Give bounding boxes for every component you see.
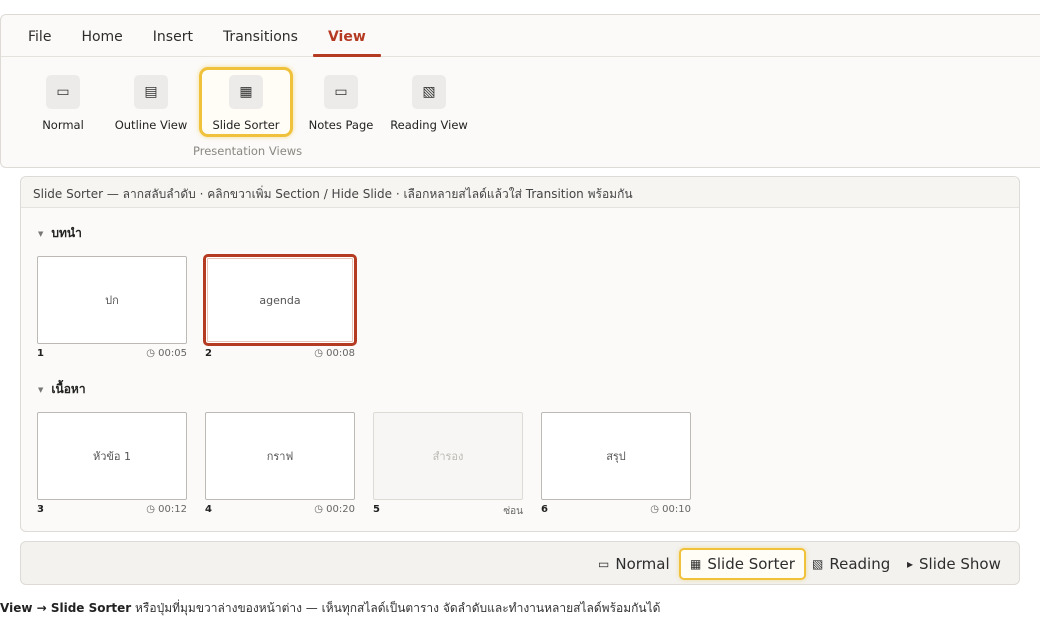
slide-title: สรุป bbox=[606, 450, 626, 463]
normal-view-icon: ▭ bbox=[46, 75, 80, 109]
slide-meta-5: 5 ซ่อน bbox=[373, 504, 523, 518]
tab-transitions[interactable]: Transitions bbox=[208, 29, 313, 56]
slide-title: สำรอง bbox=[432, 450, 464, 463]
reading-view-icon: ▧ bbox=[812, 557, 824, 571]
slide-duration: ◷ 00:10 bbox=[650, 504, 691, 515]
caption: View → Slide Sorter หรือปุ่มที่มุมขวาล่า… bbox=[0, 599, 660, 618]
section-header-intro[interactable]: ▼ บทนำ bbox=[38, 224, 82, 243]
ribbon-group-label: Presentation Views bbox=[193, 144, 303, 158]
tab-insert[interactable]: Insert bbox=[138, 29, 208, 56]
slide-meta-6: 6 ◷ 00:10 bbox=[541, 504, 691, 518]
slide-number: 2 bbox=[205, 348, 212, 359]
slide-meta-2: 2 ◷ 00:08 bbox=[205, 348, 355, 362]
notes-page-icon: ▭ bbox=[324, 75, 358, 109]
slide-thumbnail-6[interactable]: สรุป bbox=[541, 412, 691, 500]
outline-view-button[interactable]: ▤ Outline View bbox=[113, 67, 189, 137]
statusbar-reading-label: Reading bbox=[829, 555, 891, 573]
slide-meta-4: 4 ◷ 00:20 bbox=[205, 504, 355, 518]
sorter-hint: Slide Sorter — ลากสลับลำดับ · คลิกขวาเพิ… bbox=[21, 177, 1019, 208]
slide-title: agenda bbox=[259, 293, 301, 307]
collapse-triangle-icon: ▼ bbox=[38, 385, 44, 394]
slide-meta-3: 3 ◷ 00:12 bbox=[37, 504, 187, 518]
notes-page-button[interactable]: ▭ Notes Page bbox=[305, 67, 377, 137]
slide-sorter-icon: ▦ bbox=[229, 75, 263, 109]
reading-view-label: Reading View bbox=[390, 118, 468, 132]
normal-view-button[interactable]: ▭ Normal bbox=[41, 67, 85, 137]
statusbar-normal-button[interactable]: ▭ Normal bbox=[598, 548, 670, 580]
statusbar-slide-sorter-label: Slide Sorter bbox=[707, 555, 795, 573]
slide-thumbnail-4[interactable]: กราฟ bbox=[205, 412, 355, 500]
ribbon-body: ▭ Normal ▤ Outline View ▦ Slide Sorter ▭… bbox=[1, 57, 1040, 168]
reading-view-button[interactable]: ▧ Reading View bbox=[387, 67, 471, 137]
statusbar-normal-label: Normal bbox=[615, 555, 670, 573]
slide-thumbnail-3[interactable]: หัวข้อ 1 bbox=[37, 412, 187, 500]
slide-number: 6 bbox=[541, 504, 548, 515]
slide-duration: ◷ 00:05 bbox=[146, 348, 187, 359]
play-icon: ▸ bbox=[907, 557, 914, 571]
statusbar-slide-show-button[interactable]: ▸ Slide Show bbox=[907, 548, 1001, 580]
slide-sorter-label: Slide Sorter bbox=[212, 118, 280, 132]
slide-title: ปก bbox=[105, 294, 119, 307]
slide-duration: ◷ 00:20 bbox=[314, 504, 355, 515]
slide-hidden-badge: ซ่อน bbox=[503, 506, 523, 517]
section-name: บทนำ bbox=[51, 226, 82, 240]
slide-sorter-button[interactable]: ▦ Slide Sorter bbox=[199, 67, 293, 137]
normal-view-label: Normal bbox=[42, 118, 84, 132]
slide-number: 1 bbox=[37, 348, 44, 359]
slide-title: หัวข้อ 1 bbox=[92, 450, 132, 463]
status-bar: ▭ Normal ▦ Slide Sorter ▧ Reading ▸ Slid… bbox=[20, 541, 1020, 585]
statusbar-reading-button[interactable]: ▧ Reading bbox=[812, 548, 890, 580]
section-header-content[interactable]: ▼ เนื้อหา bbox=[38, 380, 86, 399]
slide-thumbnail-1[interactable]: ปก bbox=[37, 256, 187, 344]
slide-number: 3 bbox=[37, 504, 44, 515]
slide-sorter-icon: ▦ bbox=[690, 557, 702, 571]
slide-meta-1: 1 ◷ 00:05 bbox=[37, 348, 187, 362]
normal-view-icon: ▭ bbox=[598, 557, 610, 571]
slide-thumbnail-5[interactable]: สำรอง bbox=[373, 412, 523, 500]
tab-home[interactable]: Home bbox=[66, 29, 137, 56]
slide-title: กราฟ bbox=[266, 450, 294, 463]
slide-number: 5 bbox=[373, 504, 380, 515]
slide-thumbnail-2[interactable]: agenda bbox=[203, 254, 357, 346]
caption-bold: View → Slide Sorter bbox=[0, 601, 132, 615]
ribbon-tabs: File Home Insert Transitions View bbox=[1, 15, 1040, 57]
reading-view-icon: ▧ bbox=[412, 75, 446, 109]
outline-view-label: Outline View bbox=[114, 118, 188, 132]
slide-duration: ◷ 00:08 bbox=[314, 348, 355, 359]
slide-duration: ◷ 00:12 bbox=[146, 504, 187, 515]
statusbar-slide-sorter-button[interactable]: ▦ Slide Sorter bbox=[679, 548, 806, 580]
statusbar-slide-show-label: Slide Show bbox=[919, 555, 1001, 573]
slide-sorter-panel: Slide Sorter — ลากสลับลำดับ · คลิกขวาเพิ… bbox=[20, 176, 1020, 532]
ribbon: File Home Insert Transitions View ▭ Norm… bbox=[0, 14, 1040, 168]
notes-page-label: Notes Page bbox=[308, 118, 374, 132]
section-name: เนื้อหา bbox=[51, 382, 86, 396]
outline-view-icon: ▤ bbox=[134, 75, 168, 109]
tab-view[interactable]: View bbox=[312, 29, 381, 57]
slide-number: 4 bbox=[205, 504, 212, 515]
collapse-triangle-icon: ▼ bbox=[38, 229, 44, 238]
tab-file[interactable]: File bbox=[13, 29, 66, 56]
caption-text: หรือปุ่มที่มุมขวาล่างของหน้าต่าง — เห็นท… bbox=[131, 601, 661, 615]
